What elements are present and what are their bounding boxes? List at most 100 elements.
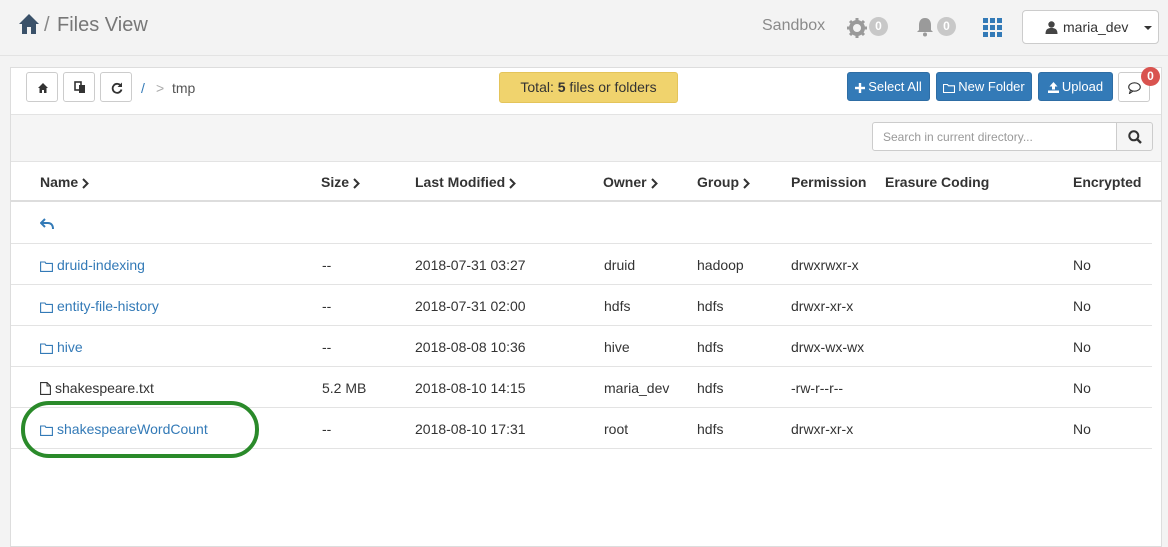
files-toolbar: / > tmp Total: 5 files or folders Select… [11, 67, 1161, 114]
column-header-size[interactable]: Size [321, 174, 360, 190]
upload-label: Upload [1061, 79, 1104, 94]
file-encrypted: No [1073, 257, 1091, 273]
column-label: Last Modified [415, 174, 506, 190]
folder-icon [40, 261, 53, 272]
column-header-permission: Permission [791, 174, 867, 190]
file-permission: drwxrwxr-x [791, 257, 859, 273]
total-prefix: Total: [520, 79, 558, 95]
total-suffix: files or folders [565, 79, 657, 95]
notifications-count-badge: 0 [937, 17, 956, 36]
file-owner: root [604, 421, 629, 437]
messages-count-badge: 0 [1141, 67, 1160, 86]
file-name: druid-indexing [57, 257, 145, 273]
files-panel: / > tmp Total: 5 files or folders Select… [10, 67, 1162, 547]
file-name: shakespeare.txt [55, 380, 154, 396]
file-group: hdfs [697, 339, 724, 355]
copy-path-button[interactable] [63, 72, 95, 102]
gear-icon[interactable] [847, 18, 867, 38]
search-button[interactable] [1116, 122, 1153, 151]
upload-button[interactable]: Upload [1038, 72, 1113, 101]
select-all-label: Select All [868, 79, 922, 94]
table-row[interactable]: hive -- 2018-08-08 10:36 hive hdfs drwx-… [11, 326, 1152, 367]
copy-icon [74, 81, 85, 93]
total-count: 5 [557, 79, 566, 95]
chevron-right-icon [650, 178, 658, 189]
bell-icon[interactable] [916, 17, 934, 37]
user-menu-button[interactable]: maria_dev [1022, 10, 1159, 44]
new-folder-label: New Folder [958, 79, 1025, 94]
refresh-button[interactable] [100, 72, 132, 102]
column-header-group[interactable]: Group [697, 174, 750, 190]
file-name-item[interactable]: shakespeare.txt [40, 380, 154, 396]
file-name-link[interactable]: shakespeareWordCount [40, 421, 208, 437]
breadcrumb-separator: / [44, 14, 50, 36]
table-header: Name Size Last Modified Owner Group Perm… [11, 162, 1161, 202]
file-size: -- [322, 421, 332, 437]
table-row[interactable]: shakespeare.txt 5.2 MB 2018-08-10 14:15 … [11, 367, 1152, 408]
refresh-icon [111, 82, 123, 94]
file-encrypted: No [1073, 298, 1091, 314]
home-icon [38, 83, 48, 93]
table-row[interactable]: druid-indexing -- 2018-07-31 03:27 druid… [11, 244, 1152, 285]
file-group: hdfs [697, 298, 724, 314]
file-size: -- [322, 257, 332, 273]
cluster-name[interactable]: Sandbox [762, 17, 825, 35]
column-label: Group [697, 174, 739, 190]
plus-icon [855, 82, 866, 93]
page-title: Files View [57, 14, 148, 36]
file-name: shakespeareWordCount [57, 421, 208, 437]
folder-icon [943, 83, 956, 93]
column-header-encrypted: Encrypted [1073, 174, 1142, 190]
back-arrow-icon[interactable] [40, 218, 54, 230]
file-name-link[interactable]: hive [40, 339, 83, 355]
file-group: hdfs [697, 380, 724, 396]
path-root-link[interactable]: / [141, 80, 145, 96]
chevron-right-icon [82, 178, 90, 189]
file-owner: druid [604, 257, 636, 273]
table-row[interactable]: shakespeareWordCount -- 2018-08-10 17:31… [11, 408, 1152, 449]
column-header-name[interactable]: Name [40, 174, 90, 190]
folder-icon [40, 425, 53, 436]
column-label: Name [40, 174, 79, 190]
file-permission: drwxr-xr-x [791, 421, 854, 437]
file-name: hive [57, 339, 83, 355]
folder-icon [40, 343, 53, 354]
chevron-down-icon [1144, 26, 1152, 30]
settings-count-badge: 0 [869, 17, 888, 36]
file-modified: 2018-08-08 10:36 [415, 339, 526, 355]
new-folder-button[interactable]: New Folder [936, 72, 1032, 101]
file-owner: hdfs [604, 298, 631, 314]
file-name-link[interactable]: entity-file-history [40, 298, 159, 314]
file-owner: hive [604, 339, 630, 355]
parent-directory-row[interactable] [11, 203, 1152, 244]
chevron-right-icon [353, 178, 360, 189]
search-bar [11, 114, 1161, 162]
file-name: entity-file-history [57, 298, 159, 314]
select-all-button[interactable]: Select All [847, 72, 930, 101]
file-permission: -rw-r--r-- [791, 380, 844, 396]
file-encrypted: No [1073, 380, 1091, 396]
table-row[interactable]: entity-file-history -- 2018-07-31 02:00 … [11, 285, 1152, 326]
file-encrypted: No [1073, 339, 1091, 355]
file-modified: 2018-07-31 03:27 [415, 257, 526, 273]
file-group: hdfs [697, 421, 724, 437]
file-permission: drwxr-xr-x [791, 298, 854, 314]
file-permission: drwx-wx-wx [791, 339, 865, 355]
top-navbar: / Files View Sandbox 0 0 maria_dev [0, 0, 1168, 56]
chevron-right-icon [743, 178, 750, 189]
file-encrypted: No [1073, 421, 1091, 437]
file-owner: maria_dev [604, 380, 670, 396]
column-header-owner[interactable]: Owner [603, 174, 658, 190]
file-modified: 2018-08-10 14:15 [415, 380, 526, 396]
column-header-modified[interactable]: Last Modified [415, 174, 517, 190]
path-current-dir: tmp [172, 80, 196, 96]
home-dir-button[interactable] [26, 72, 58, 102]
home-icon[interactable] [18, 13, 40, 35]
total-files-badge: Total: 5 files or folders [499, 72, 678, 103]
chat-bubble-icon [1128, 82, 1141, 94]
file-size: 5.2 MB [322, 380, 367, 396]
file-name-link[interactable]: druid-indexing [40, 257, 145, 273]
chevron-right-icon [509, 178, 517, 189]
apps-grid-icon[interactable] [983, 18, 1002, 37]
search-input[interactable] [872, 122, 1117, 151]
